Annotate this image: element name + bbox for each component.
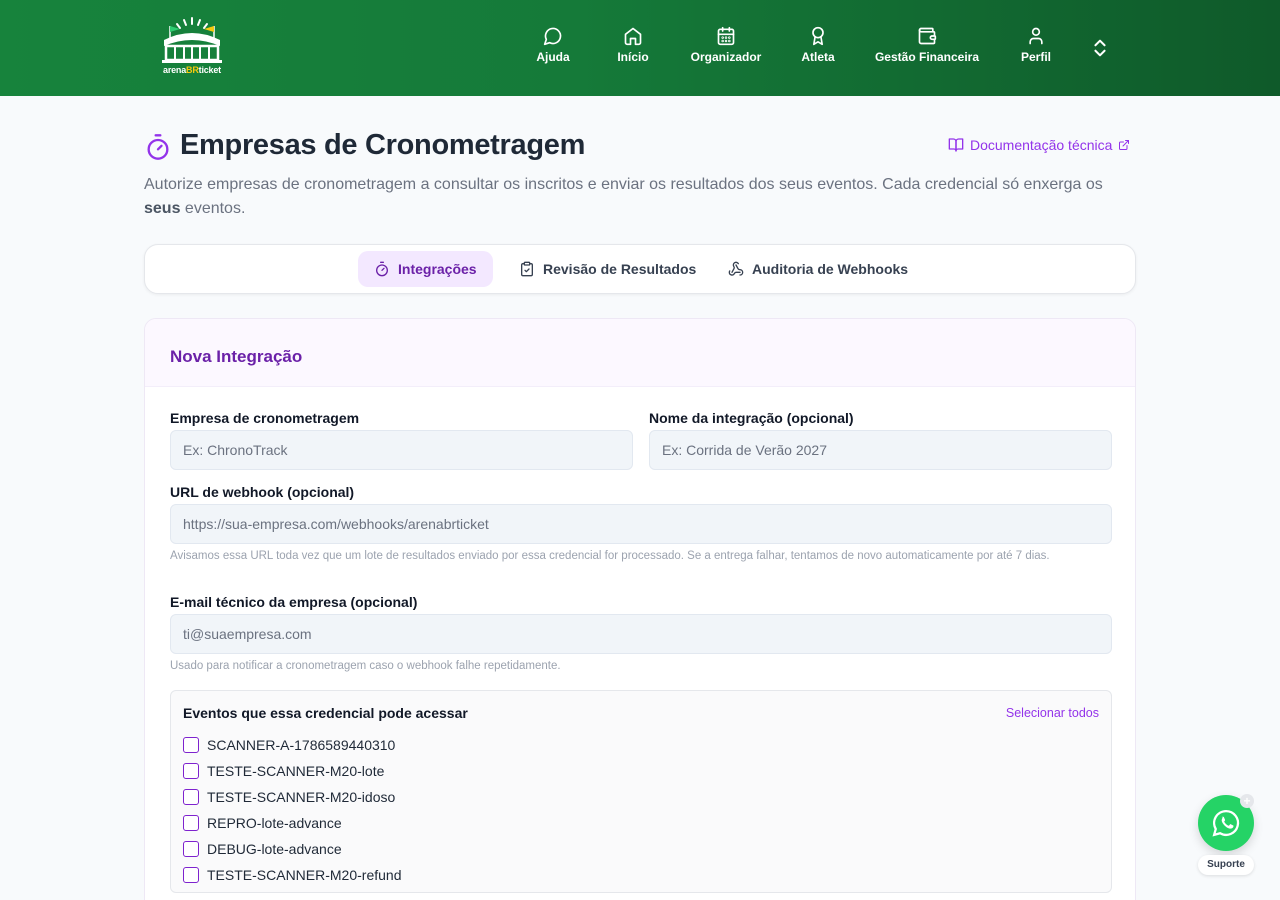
webhook-url-input[interactable] bbox=[170, 504, 1112, 544]
stopwatch-icon bbox=[376, 261, 388, 277]
event-item[interactable]: TESTE-SCANNER-M20-refund bbox=[183, 862, 402, 888]
event-checkbox[interactable] bbox=[183, 763, 199, 779]
nav-label: Ajuda bbox=[536, 50, 570, 64]
event-item[interactable]: SCANNER-A-1786589440310 bbox=[183, 732, 402, 758]
doc-link-label: Documentação técnica bbox=[970, 137, 1113, 153]
event-checkbox[interactable] bbox=[183, 841, 199, 857]
event-item[interactable]: REPRO-lote-advance bbox=[183, 810, 402, 836]
medal-icon bbox=[812, 26, 824, 46]
event-label: TESTE-SCANNER-M20-lote bbox=[207, 763, 385, 779]
tab-label: Integrações bbox=[398, 261, 477, 277]
integration-name-label: Nome da integração (opcional) bbox=[649, 410, 854, 426]
support-label: Suporte bbox=[1198, 855, 1254, 875]
nav-item-inicio[interactable]: Início bbox=[610, 26, 656, 72]
card-title: Nova Integração bbox=[170, 347, 303, 366]
page-subtitle: Autorize empresas de cronometragem a con… bbox=[144, 176, 1103, 217]
clipboard-check-icon bbox=[521, 261, 533, 277]
external-link-icon bbox=[1119, 140, 1130, 150]
events-access-box: Eventos que essa credencial pode acessar… bbox=[170, 690, 1112, 893]
email-input[interactable] bbox=[170, 614, 1112, 654]
top-navigation-bar: arenaBRticket Ajuda Início Organizador A… bbox=[0, 0, 1280, 96]
event-checkbox[interactable] bbox=[183, 737, 199, 753]
nav-label: Gestão Financeira bbox=[874, 50, 980, 64]
arenabrticket-logo[interactable]: arenaBRticket bbox=[158, 16, 226, 76]
nav-item-gestao-financeira[interactable]: Gestão Financeira bbox=[872, 26, 982, 72]
integration-name-input[interactable] bbox=[649, 430, 1112, 470]
calendar-icon bbox=[717, 26, 735, 46]
technical-docs-link[interactable]: Documentação técnica bbox=[948, 136, 1130, 154]
tab-integracoes[interactable]: Integrações bbox=[358, 251, 493, 287]
wallet-icon bbox=[918, 27, 937, 45]
chat-bubble-icon bbox=[543, 27, 562, 46]
company-label: Empresa de cronometragem bbox=[170, 410, 360, 426]
nav-item-perfil[interactable]: Perfil bbox=[1014, 26, 1058, 72]
nav-item-organizador[interactable]: Organizador bbox=[688, 26, 764, 72]
tab-label: Auditoria de Webhooks bbox=[752, 261, 909, 277]
event-item[interactable]: TESTE-SCANNER-M20-lote bbox=[183, 758, 402, 784]
event-label: TESTE-SCANNER-M20-refund bbox=[207, 867, 402, 883]
event-checkbox[interactable] bbox=[183, 867, 199, 883]
event-item[interactable]: DEBUG-lote-advance bbox=[183, 836, 402, 862]
home-icon bbox=[624, 27, 642, 46]
nav-item-ajuda[interactable]: Ajuda bbox=[530, 26, 576, 72]
event-checkbox[interactable] bbox=[183, 815, 199, 831]
chevron-up-down-icon bbox=[1094, 39, 1106, 57]
support-drag-handle-icon[interactable]: + bbox=[1240, 794, 1254, 808]
webhook-url-label: URL de webhook (opcional) bbox=[170, 484, 355, 500]
nav-label: Atleta bbox=[801, 50, 835, 64]
nav-label: Início bbox=[617, 50, 649, 64]
logo-wordmark: arenaBRticket bbox=[163, 65, 221, 75]
card-header: Nova Integração bbox=[145, 319, 1135, 387]
stopwatch-icon bbox=[147, 134, 169, 160]
tab-auditoria-webhooks[interactable]: Auditoria de Webhooks bbox=[712, 251, 924, 287]
tab-label: Revisão de Resultados bbox=[543, 261, 697, 277]
page-title: Empresas de Cronometragem bbox=[180, 129, 586, 161]
stadium-logo-icon bbox=[162, 17, 222, 63]
webhook-help-text: Avisamos essa URL toda vez que um lote d… bbox=[170, 550, 1050, 562]
webhook-icon bbox=[728, 261, 744, 276]
nav-item-atleta[interactable]: Atleta bbox=[796, 26, 840, 72]
book-open-icon bbox=[948, 138, 964, 152]
event-label: TESTE-SCANNER-M20-idoso bbox=[207, 789, 396, 805]
user-icon bbox=[1029, 27, 1043, 45]
nav-expand-toggle[interactable] bbox=[1089, 36, 1111, 60]
email-label: E-mail técnico da empresa (opcional) bbox=[170, 594, 418, 610]
event-label: DEBUG-lote-advance bbox=[207, 841, 342, 857]
new-integration-card: Nova Integração Empresa de cronometragem… bbox=[144, 318, 1136, 900]
events-list: SCANNER-A-1786589440310 TESTE-SCANNER-M2… bbox=[183, 732, 402, 888]
events-title: Eventos que essa credencial pode acessar bbox=[183, 705, 468, 721]
select-all-link[interactable]: Selecionar todos bbox=[1006, 706, 1099, 720]
company-input[interactable] bbox=[170, 430, 633, 470]
tab-revisao-resultados[interactable]: Revisão de Resultados bbox=[503, 251, 712, 287]
nav-label: Perfil bbox=[1020, 50, 1051, 64]
email-help-text: Usado para notificar a cronometragem cas… bbox=[170, 660, 561, 672]
whatsapp-icon bbox=[1212, 809, 1240, 837]
event-label: SCANNER-A-1786589440310 bbox=[207, 737, 396, 753]
tabs-bar: Integrações Revisão de Resultados Audito… bbox=[144, 244, 1136, 294]
event-checkbox[interactable] bbox=[183, 789, 199, 805]
event-label: REPRO-lote-advance bbox=[207, 815, 342, 831]
nav-label: Organizador bbox=[690, 50, 762, 64]
event-item[interactable]: TESTE-SCANNER-M20-idoso bbox=[183, 784, 402, 810]
